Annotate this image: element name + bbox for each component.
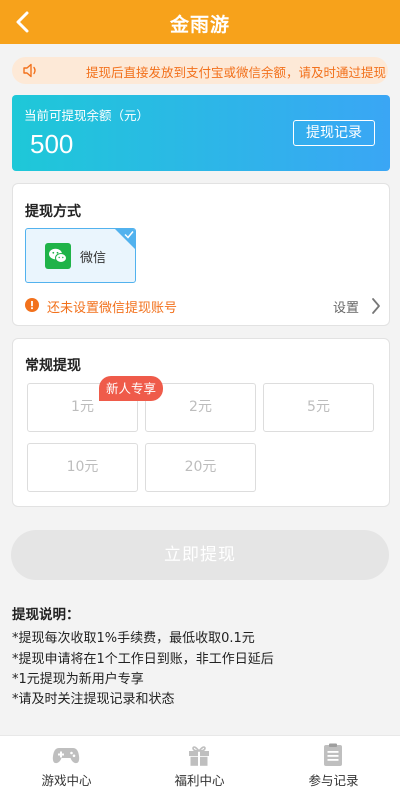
method-title: 提现方式 <box>25 204 81 220</box>
balance-amount: 500 <box>30 129 74 159</box>
withdraw-records-button[interactable]: 提现记录 <box>293 120 375 146</box>
tab-welfare-center[interactable]: 福利中心 <box>133 736 266 788</box>
withdraw-method-card: 提现方式 微信 还未设置微信提现账号 设置 <box>12 183 390 326</box>
regular-title: 常规提现 <box>25 358 81 374</box>
tab-label: 游戏中心 <box>41 773 92 788</box>
bottom-tab-bar: 游戏中心 福利中心 参与记录 <box>0 735 400 788</box>
wechat-label: 微信 <box>80 251 107 266</box>
clipboard-icon <box>324 743 342 766</box>
speaker-icon <box>23 63 36 78</box>
instruction-line: *提现申请将在1个工作日到账，非工作日延后 <box>12 652 274 667</box>
instruction-line: *请及时关注提现记录和状态 <box>12 692 175 707</box>
wechat-logo-icon <box>45 243 71 269</box>
header-bar: 金雨游 <box>0 0 400 44</box>
tab-game-center[interactable]: 游戏中心 <box>0 736 133 788</box>
warning-row[interactable]: 还未设置微信提现账号 设置 <box>25 296 385 316</box>
amount-option-10[interactable]: 10元 <box>27 443 138 492</box>
amount-option-20[interactable]: 20元 <box>145 443 256 492</box>
wechat-option[interactable]: 微信 <box>25 228 136 283</box>
tab-participation-records[interactable]: 参与记录 <box>267 736 400 788</box>
gift-icon <box>189 746 209 766</box>
withdraw-now-button[interactable]: 立即提现 <box>11 530 389 580</box>
amount-option-5[interactable]: 5元 <box>263 383 374 432</box>
warning-text: 还未设置微信提现账号 <box>47 301 178 316</box>
page-title: 金雨游 <box>169 14 230 36</box>
balance-label: 当前可提现余额（元） <box>24 108 150 123</box>
instruction-line: *1元提现为新用户专享 <box>12 672 144 687</box>
check-icon <box>124 231 134 239</box>
notice-text: 提现后直接发放到支付宝或微信余额，请及时通过提现 <box>86 65 387 80</box>
notice-bar: 提现后直接发放到支付宝或微信余额，请及时通过提现 <box>12 57 388 84</box>
settings-link[interactable]: 设置 <box>333 297 359 316</box>
tab-label: 福利中心 <box>174 773 225 788</box>
balance-card: 当前可提现余额（元） 500 提现记录 <box>12 95 390 171</box>
instructions-title: 提现说明： <box>12 607 80 623</box>
warning-icon <box>25 298 39 312</box>
new-user-badge: 新人专享 <box>99 376 163 401</box>
chevron-right-icon <box>372 298 380 314</box>
gamepad-icon <box>52 748 80 764</box>
instruction-line: *提现每次收取1%手续费，最低收取0.1元 <box>12 631 255 646</box>
tab-label: 参与记录 <box>308 773 359 788</box>
